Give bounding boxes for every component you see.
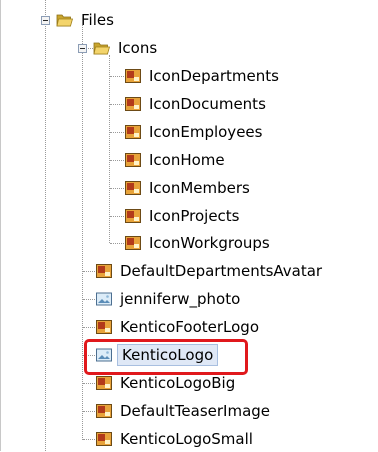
tree-node-label: IconProjects bbox=[149, 207, 240, 225]
tree-node-label: DefaultTeaserImage bbox=[120, 402, 271, 420]
tree-node-file[interactable]: KenticoLogoBig bbox=[95, 370, 238, 396]
image-file-icon bbox=[125, 153, 141, 167]
tree-connector bbox=[83, 383, 95, 384]
image-file-icon bbox=[96, 404, 112, 418]
tree-node-file[interactable]: DefaultTeaserImage bbox=[95, 398, 273, 424]
photo-file-icon bbox=[96, 348, 112, 362]
tree-node-file[interactable]: IconProjects bbox=[124, 203, 243, 229]
tree-node-label: IconWorkgroups bbox=[149, 234, 270, 252]
tree-node-file[interactable]: IconEmployees bbox=[124, 119, 265, 145]
image-file-icon bbox=[125, 69, 141, 83]
tree-connector bbox=[82, 25, 83, 440]
image-file-icon bbox=[125, 209, 141, 223]
tree-node-label: KenticoLogoSmall bbox=[120, 430, 253, 448]
tree-connector bbox=[83, 327, 95, 328]
tree-connector bbox=[109, 55, 110, 243]
tree-connector bbox=[83, 439, 95, 440]
tree-node-label: IconMembers bbox=[149, 179, 250, 197]
tree-node-file[interactable]: KenticoLogoSmall bbox=[95, 426, 256, 452]
image-file-icon bbox=[125, 236, 141, 250]
tree-node-file[interactable]: IconWorkgroups bbox=[124, 230, 273, 256]
tree-connector bbox=[83, 299, 95, 300]
tree-connector bbox=[110, 243, 124, 244]
tree-node-file[interactable]: IconDepartments bbox=[124, 63, 282, 89]
tree-node-file[interactable]: IconHome bbox=[124, 147, 228, 173]
collapse-files-toggle[interactable] bbox=[41, 16, 50, 25]
tree-node-label: KenticoFooterLogo bbox=[120, 318, 259, 336]
tree-node-file[interactable]: KenticoFooterLogo bbox=[95, 314, 262, 340]
tree-node-label: IconDepartments bbox=[149, 67, 279, 85]
tree-node-label: jenniferw_photo bbox=[120, 290, 241, 308]
tree-panel-edge bbox=[0, 0, 1, 451]
tree-connector bbox=[110, 132, 124, 133]
folder-open-icon bbox=[93, 42, 111, 55]
tree-node-file[interactable]: IconMembers bbox=[124, 175, 253, 201]
tree-node-label: IconDocuments bbox=[149, 95, 266, 113]
tree-connector bbox=[110, 76, 124, 77]
image-file-icon bbox=[125, 181, 141, 195]
tree-node-file[interactable]: jenniferw_photo bbox=[95, 286, 243, 312]
image-file-icon bbox=[96, 264, 112, 278]
tree-node-label: KenticoLogoBig bbox=[120, 374, 236, 392]
image-file-icon bbox=[96, 376, 112, 390]
tree-node-label: IconHome bbox=[149, 151, 225, 169]
tree-node-label: Files bbox=[81, 11, 114, 29]
tree-node-file-selected[interactable]: KenticoLogo bbox=[95, 342, 219, 368]
tree-connector bbox=[45, 0, 46, 451]
tree-connector bbox=[83, 411, 95, 412]
tree-connector bbox=[110, 188, 124, 189]
tree-connector bbox=[110, 104, 124, 105]
tree-node-label: Icons bbox=[118, 39, 158, 57]
tree-node-icons-folder[interactable]: Icons bbox=[93, 35, 160, 61]
tree-node-label: KenticoLogo bbox=[117, 344, 219, 366]
image-file-icon bbox=[96, 432, 112, 446]
image-file-icon bbox=[96, 320, 112, 334]
tree-connector bbox=[83, 271, 95, 272]
tree-node-file[interactable]: DefaultDepartmentsAvatar bbox=[95, 258, 325, 284]
tree-node-label: IconEmployees bbox=[149, 123, 263, 141]
tree-node-file[interactable]: IconDocuments bbox=[124, 91, 269, 117]
image-file-icon bbox=[125, 125, 141, 139]
folder-open-icon bbox=[56, 14, 74, 27]
tree-node-label: DefaultDepartmentsAvatar bbox=[120, 262, 323, 280]
tree-connector bbox=[110, 216, 124, 217]
tree-connector bbox=[110, 160, 124, 161]
image-file-icon bbox=[125, 97, 141, 111]
tree-node-files[interactable]: Files bbox=[56, 7, 117, 33]
photo-file-icon bbox=[96, 292, 112, 306]
collapse-icons-toggle[interactable] bbox=[78, 44, 87, 53]
